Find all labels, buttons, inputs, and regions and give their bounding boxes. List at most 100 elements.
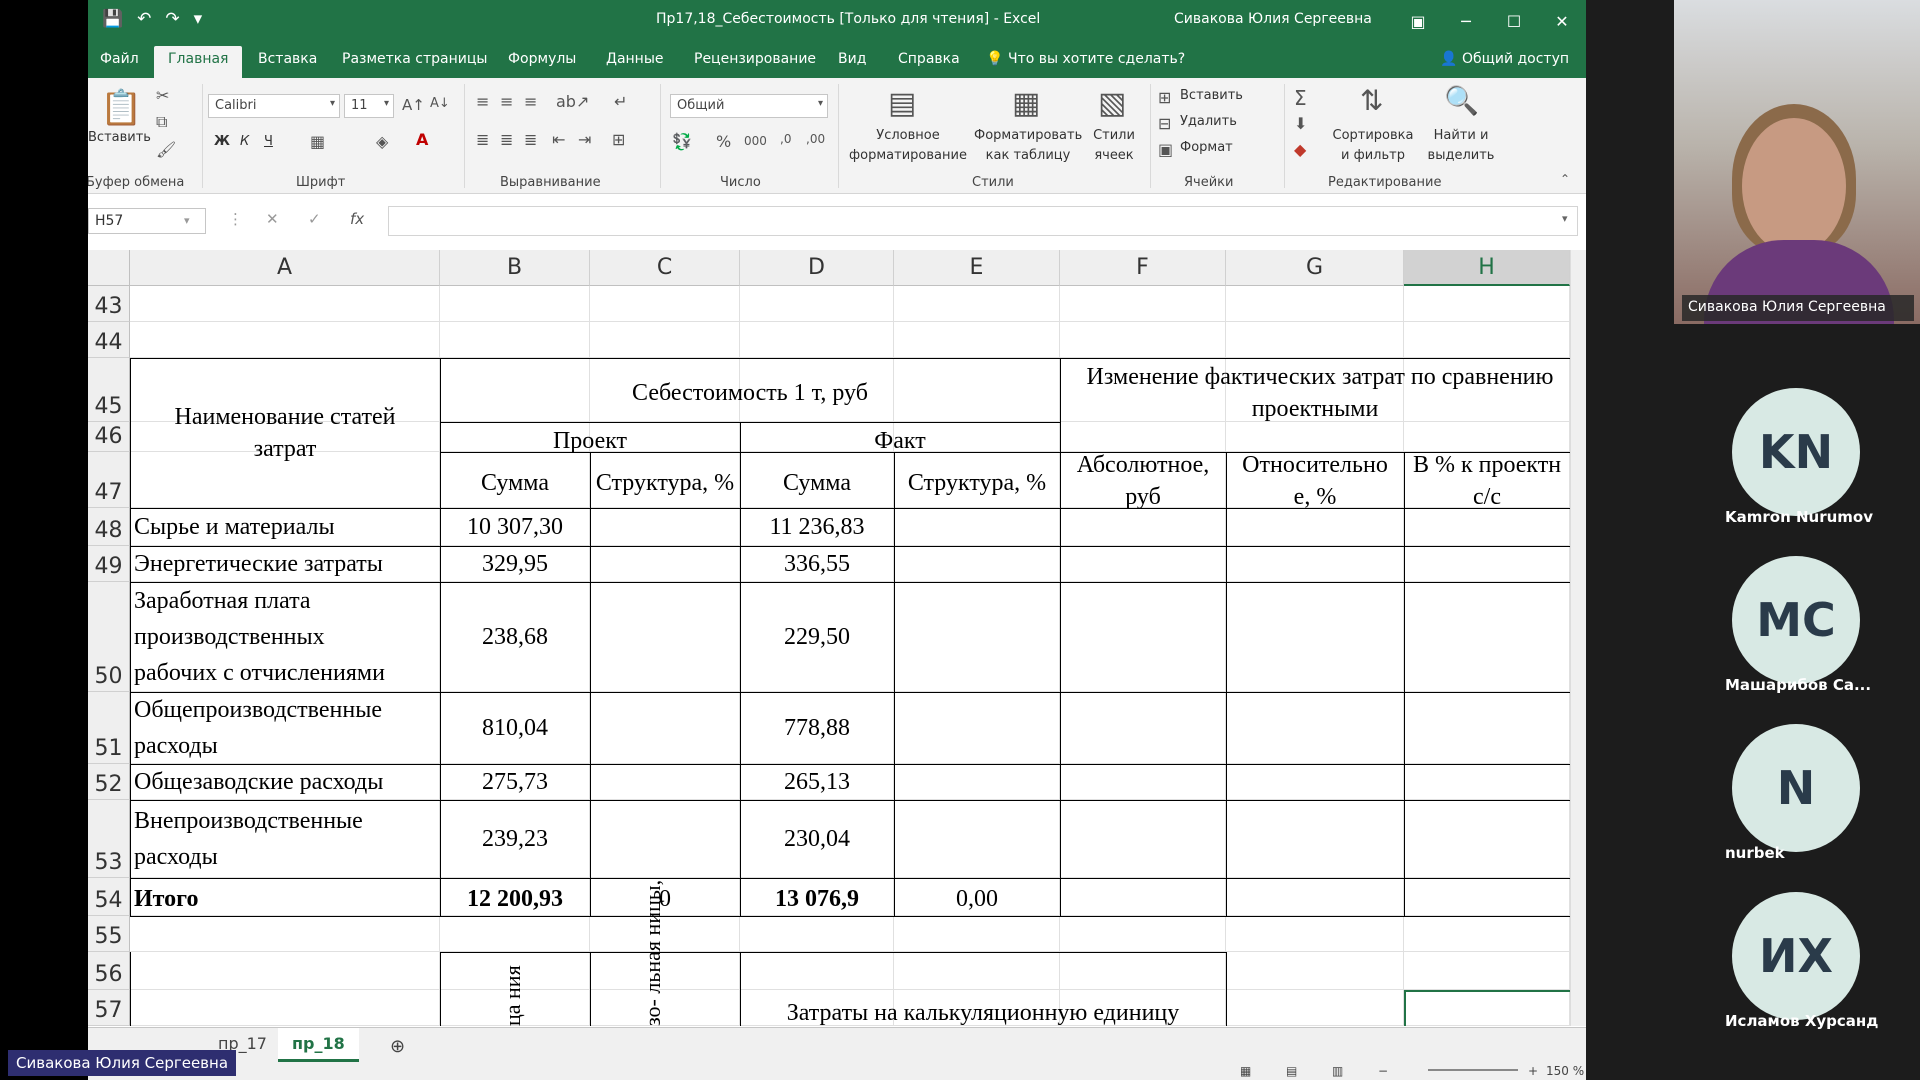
zoom-slider[interactable] (1428, 1069, 1518, 1071)
tab-help[interactable]: Справка (898, 51, 960, 67)
borders-icon[interactable]: ▦ (310, 132, 325, 151)
format-table-line2[interactable]: как таблицу (974, 146, 1082, 166)
zoom-in-icon[interactable]: + (1528, 1064, 1538, 1078)
sort-filter-icon[interactable]: ⇅ (1360, 84, 1383, 117)
find-select-line2[interactable]: выделить (1424, 146, 1498, 166)
align-center-icon[interactable]: ≣ (500, 130, 513, 149)
cut-icon[interactable]: ✂ (156, 86, 169, 105)
number-format-select[interactable]: Общий (670, 94, 828, 118)
tab-file[interactable]: Файл (100, 51, 139, 67)
row-header-56[interactable]: 56 (88, 952, 130, 990)
participant-tile[interactable]: MC Машарибов Са... (1586, 556, 1920, 716)
insert-cells-icon[interactable]: ⊞ (1158, 88, 1171, 107)
sort-filter-line1[interactable]: Сортировка (1324, 126, 1422, 146)
merge-center-icon[interactable]: ⊞ (612, 130, 625, 149)
share-button[interactable]: Общий доступ (1462, 51, 1569, 67)
user-name[interactable]: Сивакова Юлия Сергеевна (1174, 11, 1372, 27)
column-header-E[interactable]: E (894, 250, 1060, 286)
tab-home[interactable]: Главная (154, 46, 243, 78)
font-size-select[interactable]: 11 (344, 94, 394, 118)
wrap-text-icon[interactable]: ↵ (614, 92, 627, 111)
row-header-53[interactable]: 53 (88, 800, 130, 878)
autosum-icon[interactable]: Σ (1294, 86, 1307, 110)
shrink-font-icon[interactable]: A↓ (430, 96, 450, 111)
row-header-49[interactable]: 49 (88, 546, 130, 582)
decrease-decimal-icon[interactable]: ,00 (806, 132, 825, 146)
row-header-45[interactable]: 45 (88, 358, 130, 422)
format-table-line1[interactable]: Форматировать (974, 126, 1082, 146)
row-header-51[interactable]: 51 (88, 692, 130, 764)
share-icon[interactable]: 👤 (1440, 51, 1457, 67)
participant-tile[interactable]: Nnurbek (1586, 724, 1920, 884)
paste-button[interactable]: Вставить (88, 128, 151, 148)
tell-me-search[interactable]: Что вы хотите сделать? (1008, 51, 1185, 67)
row-header-57[interactable]: 57 (88, 990, 130, 1026)
tab-insert[interactable]: Вставка (258, 51, 317, 67)
column-header-D[interactable]: D (740, 250, 894, 286)
zoom-out-icon[interactable]: − (1378, 1064, 1388, 1078)
row-header-44[interactable]: 44 (88, 322, 130, 358)
customize-qat-icon[interactable]: ▾ (194, 9, 203, 29)
row-header-47[interactable]: 47 (88, 452, 130, 508)
italic-button[interactable]: К (240, 132, 249, 152)
cancel-formula-icon[interactable]: ✕ (266, 210, 279, 228)
expand-formula-icon[interactable]: ▾ (1562, 212, 1568, 225)
maximize-icon[interactable]: ☐ (1490, 0, 1538, 42)
font-name-select[interactable]: Calibri (208, 94, 340, 118)
fill-icon[interactable]: ⬇ (1294, 114, 1307, 133)
underline-button[interactable]: Ч (264, 132, 273, 152)
vertical-scrollbar[interactable] (1570, 250, 1586, 1026)
column-header-F[interactable]: F (1060, 250, 1226, 286)
cell-styles-line2[interactable]: ячеек (1084, 146, 1144, 166)
normal-view-icon[interactable]: ▦ (1240, 1064, 1251, 1078)
percent-icon[interactable]: % (716, 132, 731, 151)
align-right-icon[interactable]: ≣ (524, 130, 537, 149)
page-break-view-icon[interactable]: ▥ (1332, 1064, 1343, 1078)
find-select-line1[interactable]: Найти и (1424, 126, 1498, 146)
row-header-46[interactable]: 46 (88, 422, 130, 452)
delete-cells-icon[interactable]: ⊟ (1158, 114, 1171, 133)
row-header-55[interactable]: 55 (88, 916, 130, 952)
cell-styles-icon[interactable]: ▧ (1098, 86, 1126, 121)
delete-cells-button[interactable]: Удалить (1180, 112, 1237, 132)
tab-view[interactable]: Вид (838, 51, 866, 67)
format-cells-icon[interactable]: ▣ (1158, 140, 1173, 159)
align-left-icon[interactable]: ≣ (476, 130, 489, 149)
format-painter-icon[interactable]: 🖌 (156, 140, 176, 159)
thousands-icon[interactable]: 000 (744, 134, 767, 148)
align-bottom-icon[interactable]: ≡ (524, 92, 537, 111)
row-header-52[interactable]: 52 (88, 764, 130, 800)
copy-icon[interactable]: ⧉ (156, 112, 167, 132)
redo-icon[interactable]: ↷ (165, 9, 179, 29)
formula-input[interactable] (388, 206, 1578, 236)
page-layout-view-icon[interactable]: ▤ (1286, 1064, 1297, 1078)
increase-decimal-icon[interactable]: ,0 (780, 132, 791, 146)
paste-icon[interactable]: 📋 (100, 88, 142, 128)
bold-button[interactable]: Ж (214, 132, 230, 152)
select-all-corner[interactable] (88, 250, 130, 286)
clear-icon[interactable]: ◆ (1294, 140, 1306, 159)
column-header-B[interactable]: B (440, 250, 590, 286)
tell-me-icon[interactable]: 💡 (986, 51, 1003, 67)
format-table-icon[interactable]: ▦ (1012, 86, 1040, 121)
sort-filter-line2[interactable]: и фильтр (1324, 146, 1422, 166)
minimize-icon[interactable]: ─ (1442, 0, 1490, 42)
cell-styles-line1[interactable]: Стили (1084, 126, 1144, 146)
participant-tile[interactable]: KN Kamron Nurumov (1586, 388, 1920, 548)
column-header-A[interactable]: A (130, 250, 440, 286)
add-sheet-icon[interactable]: ⊕ (376, 1030, 419, 1064)
font-color-icon[interactable]: A (416, 130, 428, 149)
undo-icon[interactable]: ↶ (137, 9, 151, 29)
participant-tile[interactable]: ИХ Исламов Хурсанд (1586, 892, 1920, 1052)
grow-font-icon[interactable]: A↑ (402, 96, 425, 114)
row-header-48[interactable]: 48 (88, 508, 130, 546)
name-box-dropdown-icon[interactable]: ▾ (184, 214, 190, 227)
conditional-format-icon[interactable]: ▤ (888, 86, 916, 121)
collapse-ribbon-icon[interactable]: ⌃ (1560, 172, 1570, 186)
sheet-tab-pr18[interactable]: пр_18 (278, 1028, 359, 1062)
conditional-format-line2[interactable]: форматирование (844, 146, 972, 166)
insert-cells-button[interactable]: Вставить (1180, 86, 1243, 106)
insert-function-icon[interactable]: fx (350, 210, 364, 228)
fill-color-icon[interactable]: ◈ (376, 132, 388, 151)
row-header-43[interactable]: 43 (88, 286, 130, 322)
